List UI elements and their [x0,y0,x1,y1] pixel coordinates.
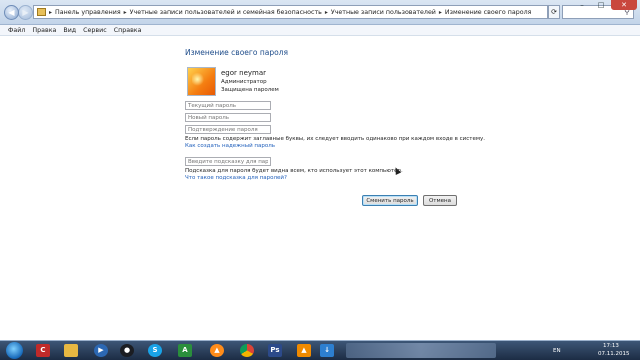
current-password-field[interactable] [185,101,271,110]
menu-edit[interactable]: Правка [32,27,56,34]
media-player-icon[interactable]: ▶ [94,344,108,357]
minimize-button[interactable]: – [573,0,591,10]
photoshop-icon[interactable]: Ps [268,344,282,357]
breadcrumb-separator: ▸ [49,8,53,16]
hint-help-link[interactable]: Что такое подсказка для паролей? [185,175,287,181]
window-title-bar: ◀ ▶ ▸ Панель управления ▸ Учетные записи… [0,0,640,25]
breadcrumb-accounts-family[interactable]: Учетные записи пользователей и семейная … [130,9,322,16]
breadcrumb-separator: ▸ [123,8,127,16]
taskbar: C ▶ ● S A ▲ Ps ▲ ↓ EN 17:13 07.11.2015 [0,341,640,360]
aimp-icon[interactable]: ▲ [210,344,224,357]
clock-time[interactable]: 17:13 [603,343,619,349]
menu-bar: Файл Правка Вид Сервис Справка [0,25,640,36]
breadcrumb-separator: ▸ [438,8,442,16]
blurred-window-icon[interactable] [346,343,496,358]
user-status: Защищена паролем [221,87,279,93]
address-bar[interactable]: ▸ Панель управления ▸ Учетные записи пол… [33,5,548,19]
breadcrumb-change-password[interactable]: Изменение своего пароля [445,9,531,16]
user-role: Администратор [221,79,267,85]
folder-icon[interactable] [64,344,78,357]
breadcrumb-user-accounts[interactable]: Учетные записи пользователей [331,9,436,16]
user-name: egor neymar [221,69,267,77]
windows-media-center-icon[interactable]: A [178,344,192,357]
main-content: Изменение своего пароля egor neymar Адми… [0,37,640,340]
forward-button[interactable]: ▶ [18,5,33,20]
confirm-password-field[interactable] [185,125,271,134]
language-indicator[interactable]: EN [553,348,561,354]
vlc-icon[interactable]: ▲ [297,344,311,357]
download-icon[interactable]: ↓ [320,344,334,357]
folder-icon [37,8,46,16]
page-title: Изменение своего пароля [185,48,288,57]
user-avatar [187,67,216,96]
caps-note: Если пароль содержит заглавные буквы, их… [185,136,485,142]
hint-note: Подсказка для пароля будет видна всем, к… [185,168,403,174]
change-password-button[interactable]: Сменить пароль [362,195,418,206]
ccleaner-icon[interactable]: C [36,344,50,357]
clock-date[interactable]: 07.11.2015 [598,351,630,357]
breadcrumb-separator: ▸ [324,8,328,16]
refresh-icon[interactable]: ⟳ [548,5,560,19]
breadcrumb-control-panel[interactable]: Панель управления [55,9,121,16]
skype-icon[interactable]: S [148,344,162,357]
menu-help[interactable]: Справка [114,27,142,34]
strong-password-link[interactable]: Как создать надежный пароль [185,143,275,149]
new-password-field[interactable] [185,113,271,122]
chrome-icon[interactable] [240,344,254,357]
maximize-button[interactable]: □ [592,0,610,10]
close-button[interactable]: ✕ [611,0,637,10]
menu-tools[interactable]: Сервис [83,27,107,34]
menu-view[interactable]: Вид [63,27,76,34]
menu-file[interactable]: Файл [8,27,25,34]
back-button[interactable]: ◀ [4,5,19,20]
cancel-button[interactable]: Отмена [423,195,457,206]
start-button[interactable] [6,342,23,359]
password-hint-field[interactable] [185,157,271,166]
steam-icon[interactable]: ● [120,344,134,357]
